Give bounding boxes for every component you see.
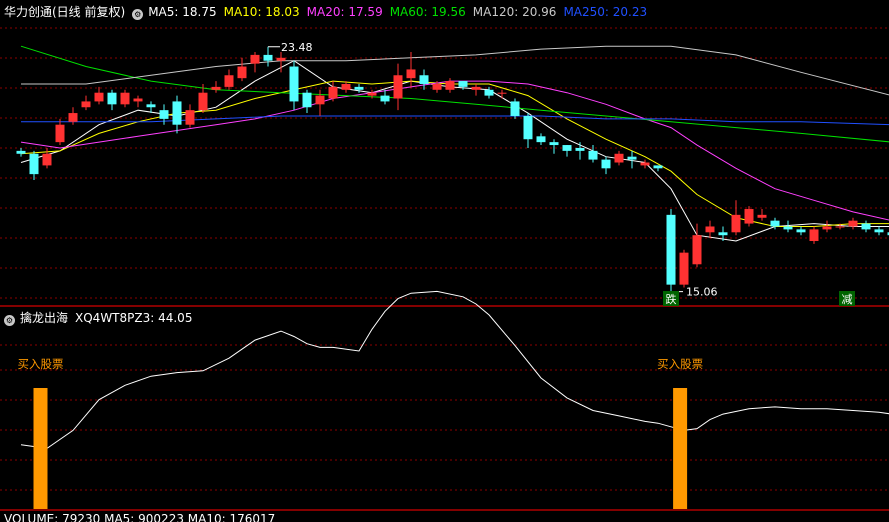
candle-body[interactable] — [576, 148, 585, 151]
candle-body[interactable] — [849, 221, 858, 227]
ma10-label: MA10: 18.03 — [224, 5, 300, 19]
buy-signal-label: 买入股票 — [18, 357, 64, 371]
candle-body[interactable] — [615, 154, 624, 163]
candle-body[interactable] — [433, 84, 442, 90]
candle-body[interactable] — [394, 75, 403, 98]
main-chart-header: 华力创通(日线 前复权) ⚙ MA5: 18.75 MA10: 18.03 MA20: … — [4, 3, 654, 21]
candle-body[interactable] — [199, 93, 208, 110]
ma60-label: MA60: 19.56 — [390, 5, 466, 19]
candle-body[interactable] — [95, 93, 104, 102]
candle-body[interactable] — [17, 151, 26, 154]
ma120-label: MA120: 20.96 — [473, 5, 557, 19]
candle-body[interactable] — [550, 142, 559, 145]
candle-body[interactable] — [43, 154, 52, 166]
candle-body[interactable] — [732, 215, 741, 232]
stock-chart-window: 23.48 15.06 跌 减买入股票 买入股票 华力创通(日线 前复权) ⚙ MA5: 1… — [0, 0, 889, 519]
candle-body[interactable] — [238, 67, 247, 79]
settings-toggle-icon[interactable]: ⚙ — [132, 9, 143, 20]
candle-body[interactable] — [758, 215, 767, 218]
candle-body[interactable] — [641, 163, 650, 166]
candle-body[interactable] — [134, 99, 143, 102]
candle-body[interactable] — [56, 125, 65, 142]
candle-body[interactable] — [121, 93, 130, 105]
candle-body[interactable] — [303, 93, 312, 108]
candle-body[interactable] — [108, 93, 117, 105]
candle-body[interactable] — [459, 81, 468, 87]
candle-body[interactable] — [407, 69, 416, 78]
candle-body[interactable] — [797, 229, 806, 232]
candle-body[interactable] — [680, 253, 689, 285]
candle-body[interactable] — [368, 93, 377, 96]
buy-signal-bar[interactable] — [34, 388, 48, 509]
indicator-value: XQ4WT8PZ3: 44.05 — [75, 311, 192, 325]
candle-body[interactable] — [264, 55, 273, 61]
candle-body[interactable] — [563, 145, 572, 151]
candle-body[interactable] — [186, 110, 195, 125]
candle-body[interactable] — [355, 87, 364, 90]
candle-body[interactable] — [602, 160, 611, 169]
candle-body[interactable] — [381, 96, 390, 102]
buy-signal-bar[interactable] — [673, 388, 687, 509]
candle-body[interactable] — [485, 90, 494, 96]
candle-body[interactable] — [82, 101, 91, 107]
stock-title[interactable]: 华力创通(日线 前复权) — [4, 5, 125, 19]
ma250-label: MA250: 20.23 — [563, 5, 647, 19]
candle-body[interactable] — [771, 221, 780, 227]
sub-chart-header: ⚙ 擒龙出海 XQ4WT8PZ3: 44.05 — [4, 309, 199, 327]
candle-body[interactable] — [667, 215, 676, 285]
volume-header: VOLUME: 79230 MA5: 900223 MA10: 176017 — [4, 512, 282, 522]
candle-body[interactable] — [290, 67, 299, 102]
candle-body[interactable] — [251, 55, 260, 64]
candle-body[interactable] — [277, 58, 286, 61]
candle-body[interactable] — [810, 229, 819, 241]
candle-body[interactable] — [745, 209, 754, 224]
indicator-name[interactable]: 擒龙出海 — [20, 311, 68, 325]
candle-body[interactable] — [537, 136, 546, 142]
ma-line-ma250 — [21, 116, 889, 125]
candle-body[interactable] — [212, 87, 221, 90]
candle-body[interactable] — [316, 96, 325, 105]
candle-body[interactable] — [498, 93, 507, 94]
candle-body[interactable] — [420, 75, 429, 84]
candle-body[interactable] — [225, 75, 234, 87]
candle-body[interactable] — [719, 232, 728, 235]
candle-body[interactable] — [693, 235, 702, 264]
candlestick-chart[interactable]: 23.48 15.06 跌 减买入股票 买入股票 — [0, 0, 889, 519]
candle-body[interactable] — [342, 84, 351, 90]
candle-body[interactable] — [628, 157, 637, 160]
candle-body[interactable] — [30, 154, 39, 174]
candle-body[interactable] — [329, 87, 338, 99]
candle-body[interactable] — [823, 226, 832, 229]
ma20-label: MA20: 17.59 — [307, 5, 383, 19]
candle-body[interactable] — [69, 113, 78, 122]
candle-body[interactable] — [524, 116, 533, 139]
high-price-label: 23.48 — [281, 41, 313, 54]
candle-body[interactable] — [706, 226, 715, 232]
candle-body[interactable] — [862, 224, 871, 230]
candle-body[interactable] — [147, 104, 156, 107]
die-marker: 跌 — [666, 292, 677, 306]
candle-body[interactable] — [160, 110, 169, 119]
candle-body[interactable] — [173, 101, 182, 124]
candle-body[interactable] — [472, 87, 481, 90]
low-price-label: 15.06 — [686, 286, 718, 299]
candle-body[interactable] — [784, 226, 793, 229]
jian-marker: 减 — [842, 293, 853, 306]
sub-settings-toggle-icon[interactable]: ⚙ — [4, 315, 15, 326]
volume-label: VOLUME: 79230 MA5: 900223 MA10: 176017 — [4, 512, 275, 522]
ma5-label: MA5: 18.75 — [148, 5, 216, 19]
candle-body[interactable] — [875, 229, 884, 232]
candle-body[interactable] — [589, 151, 598, 160]
candle-body[interactable] — [511, 101, 520, 116]
candle-body[interactable] — [446, 81, 455, 90]
candle-body[interactable] — [836, 226, 845, 227]
buy-signal-label: 买入股票 — [657, 357, 703, 371]
candle-body[interactable] — [654, 165, 663, 168]
